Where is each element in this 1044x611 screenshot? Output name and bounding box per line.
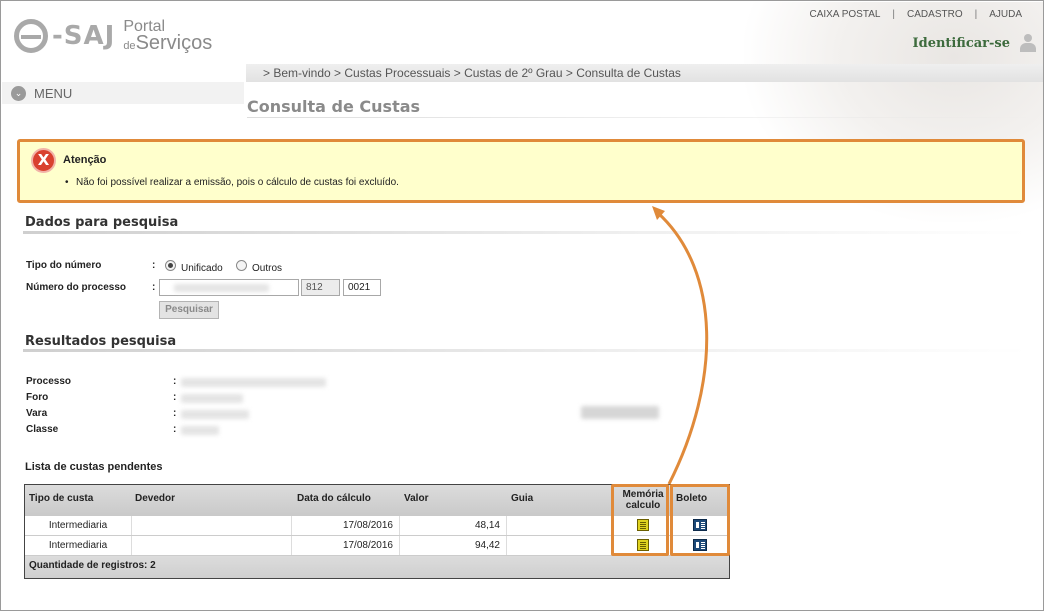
classe-label: Classe [26,424,59,435]
colon: : [152,282,156,293]
ajuda-link[interactable]: AJUDA [977,9,1034,20]
colon: : [173,376,177,387]
col-valor: Valor [404,493,429,504]
unificado-radio[interactable] [165,260,176,271]
cell-data: 17/08/2016 [292,516,400,535]
cell-tipo: Intermediaria [25,516,132,535]
outros-radio[interactable] [236,260,247,271]
table-footer: Quantidade de registros: 2 [25,556,729,578]
cell-guia [507,516,613,535]
cell-valor: 48,14 [400,516,507,535]
cell-tipo: Intermediaria [25,536,132,555]
caixa-postal-link[interactable]: CAIXA POSTAL [797,9,892,20]
top-links: CAIXA POSTAL | CADASTRO | AJUDA [797,9,1034,20]
numero-processo-label: Número do processo [26,282,127,293]
vara-label: Vara [26,408,48,419]
identificar-se-link[interactable]: Identificar-se [913,36,1010,51]
cell-guia [507,536,613,555]
cell-data: 17/08/2016 [292,536,400,555]
section-divider [23,349,1029,352]
colon: : [173,392,177,403]
lista-custas-title: Lista de custas pendentes [25,461,163,473]
cadastro-link[interactable]: CADASTRO [895,9,975,20]
user-icon-head [1024,34,1032,42]
logo-e-icon [14,19,48,53]
redacted-classe [181,426,219,435]
menu-toggle[interactable]: ⌄ MENU [11,86,72,101]
unificado-label: Unificado [181,263,223,274]
foro-label: Foro [26,392,49,403]
alert-title: Atenção [63,154,107,166]
logo-saj-text: -SAJ [52,21,116,51]
col-devedor: Devedor [135,493,176,504]
resultados-pesquisa-title: Resultados pesquisa [25,334,177,349]
boleto-highlight-box [670,484,730,556]
cell-valor: 94,42 [400,536,507,555]
processo-812-input[interactable]: 812 [301,279,340,296]
user-icon-body [1020,43,1036,52]
error-alert: X Atenção Não foi possível realizar a em… [17,139,1025,203]
cell-devedor [132,536,292,555]
breadcrumb-bar: > Bem-vindo > Custas Processuais > Custa… [2,64,1043,82]
alert-message: Não foi possível realizar a emissão, poi… [65,177,399,188]
col-data-calculo: Data do cálculo [297,493,371,504]
redacted-badge [581,406,659,419]
pesquisar-button[interactable]: Pesquisar [159,301,219,319]
arrow-head [652,206,665,220]
dados-pesquisa-title: Dados para pesquisa [25,215,179,230]
breadcrumb[interactable]: > Bem-vindo > Custas Processuais > Custa… [263,66,681,80]
record-count: Quantidade de registros: 2 [29,560,156,571]
cell-devedor [132,516,292,535]
memoria-highlight-box [611,484,669,556]
colon: : [173,408,177,419]
title-underline [247,117,1043,118]
chevron-down-icon: ⌄ [11,86,26,101]
logo-servicos-line: deServiços [123,31,213,54]
processo-0021-input[interactable]: 0021 [343,279,381,296]
breadcrumb-bar-left [2,64,246,82]
tipo-numero-label: Tipo do número [26,260,102,271]
col-guia: Guia [511,493,534,504]
logo-servicos-word: Serviços [135,31,213,54]
error-x-icon: X [31,148,56,173]
logo-de-word: de [123,39,136,52]
browser-frame: -SAJ Portal deServiços CAIXA POSTAL | CA… [0,0,1044,611]
redacted-vara [181,410,249,419]
redacted-processo [181,378,326,387]
colon: : [152,260,156,271]
processo-number-input[interactable] [159,279,299,296]
section-divider [23,231,1029,234]
col-tipo-custa: Tipo de custa [29,493,94,504]
esaj-logo[interactable]: -SAJ Portal deServiços [14,16,212,56]
redacted-foro [181,394,243,403]
colon: : [173,424,177,435]
logo-portal-text: Portal deServiços [123,18,213,54]
page-title: Consulta de Custas [247,97,421,116]
redacted-value [174,284,269,292]
processo-label: Processo [26,376,72,387]
header: -SAJ Portal deServiços CAIXA POSTAL | CA… [2,2,1043,222]
menu-label: MENU [34,86,73,101]
outros-label: Outros [252,263,283,274]
user-icon[interactable] [1020,34,1036,52]
